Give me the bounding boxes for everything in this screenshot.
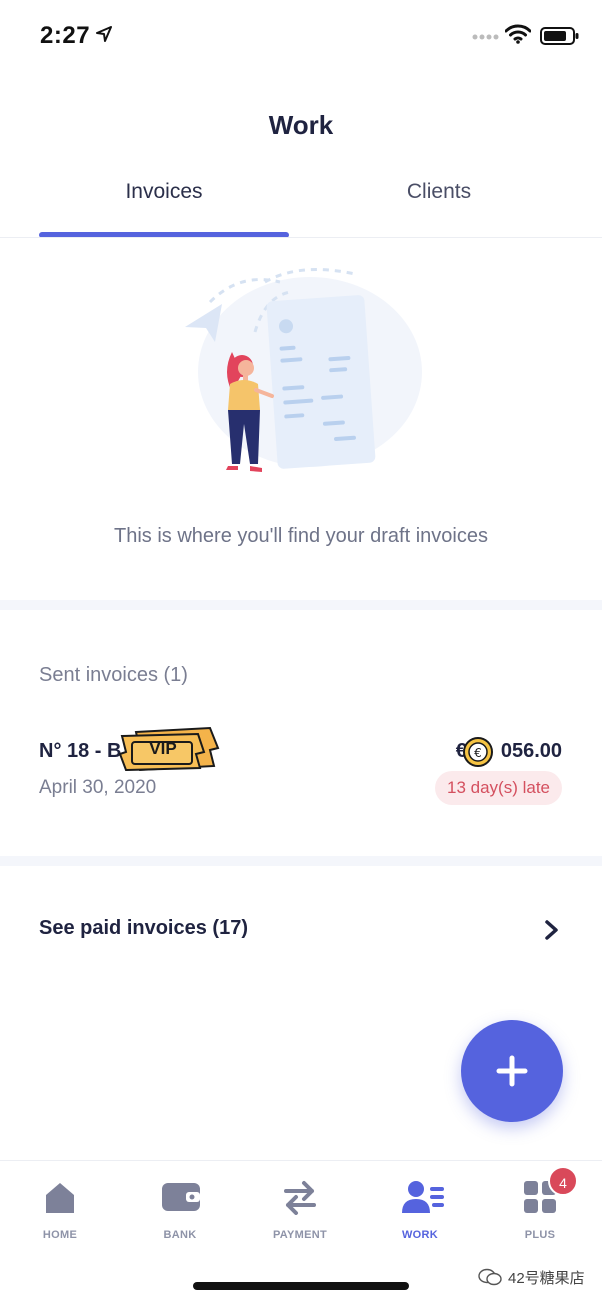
empty-state-illustration [185, 268, 422, 472]
amount-value: 056.00 [500, 740, 562, 762]
see-paid-invoices-label: See paid invoices (17) [39, 917, 248, 939]
nav-home[interactable]: HOME [10, 1179, 110, 1249]
nav-home-label: HOME [42, 1229, 78, 1241]
nav-bank-label: BANK [163, 1229, 197, 1241]
signal-icon [472, 34, 499, 40]
euro-coin-icon: € [463, 737, 493, 767]
plus-icon [496, 1055, 528, 1087]
battery-icon [540, 27, 579, 45]
transfer-icon [284, 1181, 316, 1215]
see-paid-invoices-row[interactable]: See paid invoices (17) [0, 895, 602, 965]
wechat-icon [478, 1268, 502, 1286]
nav-payment[interactable]: PAYMENT [250, 1179, 350, 1249]
notification-badge: 4 [548, 1166, 578, 1196]
invoice-number: N° 18 - B [39, 740, 122, 762]
wifi-icon [505, 24, 531, 44]
nav-payment-label: PAYMENT [272, 1229, 328, 1241]
nav-plus-label: PLUS [524, 1229, 556, 1241]
sent-invoices-header: Sent invoices (1) [39, 664, 188, 686]
tab-clients[interactable]: Clients [314, 180, 564, 204]
nav-work-label: WORK [401, 1229, 439, 1241]
status-time: 2:27 [40, 22, 91, 49]
page-title: Work [268, 110, 334, 140]
svg-text:€: € [474, 746, 482, 760]
vip-badge: VIP [118, 726, 220, 777]
home-icon [46, 1183, 74, 1213]
work-icon [402, 1181, 444, 1213]
wallet-icon [162, 1183, 200, 1211]
section-divider [0, 856, 602, 866]
nav-bank[interactable]: BANK [130, 1179, 230, 1249]
section-divider [0, 600, 602, 610]
add-invoice-button[interactable] [461, 1020, 563, 1122]
empty-state-text: This is where you'll find your draft inv… [114, 525, 488, 547]
late-status-badge: 13 day(s) late [435, 771, 562, 805]
nav-work[interactable]: WORK [370, 1179, 470, 1249]
tab-divider [0, 237, 602, 238]
status-bar: 2:27 [0, 0, 602, 70]
location-arrow-icon [96, 26, 112, 42]
chevron-right-icon [545, 920, 558, 940]
home-indicator[interactable] [193, 1282, 409, 1290]
tab-invoices[interactable]: Invoices [39, 180, 289, 204]
invoice-date: April 30, 2020 [39, 777, 157, 798]
watermark-text: 42号糖果店 [508, 1270, 585, 1287]
vip-label: VIP [149, 739, 177, 758]
invoice-row[interactable]: N° 18 - B VIP April 30, 2020 €056.00 € 1… [0, 720, 602, 820]
